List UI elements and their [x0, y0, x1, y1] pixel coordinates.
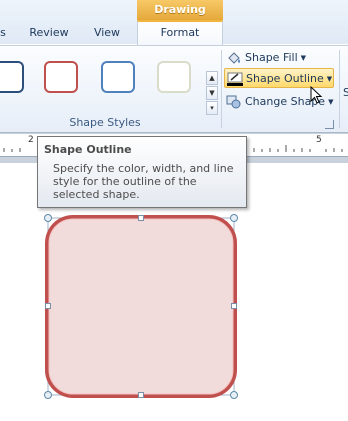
- tooltip-body: Specify the color, width, and line style…: [53, 162, 234, 201]
- partial-next-group-label: S: [343, 86, 348, 99]
- shape-fill-command[interactable]: Shape Fill ▼: [226, 48, 306, 68]
- group-separator-right: [339, 50, 340, 128]
- mouse-cursor-icon: [310, 85, 324, 106]
- shape-style-swatch-2[interactable]: [44, 61, 78, 93]
- tab-partial[interactable]: s: [0, 26, 10, 44]
- shape-style-swatch-3[interactable]: [101, 61, 135, 93]
- pencil-outline-icon: [227, 72, 243, 86]
- shape-style-swatch-1[interactable]: [0, 61, 24, 93]
- shape-styles-group-label: Shape Styles: [69, 116, 141, 129]
- gallery-scroll-up-button[interactable]: ▲: [206, 71, 218, 85]
- resize-handle-top-left[interactable]: [44, 214, 52, 222]
- resize-handle-top[interactable]: [138, 215, 144, 221]
- paint-bucket-icon: [226, 51, 242, 65]
- resize-handle-bottom-right[interactable]: [230, 391, 238, 399]
- drawing-tools-header: Drawing Tools: [137, 0, 223, 36]
- resize-handle-left[interactable]: [45, 303, 51, 309]
- ribbon-panel: ▲ ▼ ▾ Shape Fill ▼ Shape Outline ▼ Chang…: [0, 45, 348, 133]
- shape-outline-command[interactable]: Shape Outline ▼: [224, 68, 334, 88]
- dialog-launcher-icon[interactable]: [325, 120, 334, 129]
- group-separator: [221, 50, 222, 128]
- resize-handle-top-right[interactable]: [230, 214, 238, 222]
- resize-handle-bottom-left[interactable]: [44, 391, 52, 399]
- gallery-more-button[interactable]: ▾: [206, 101, 218, 115]
- change-shape-icon: [226, 95, 242, 109]
- shape-style-swatch-4[interactable]: [157, 61, 191, 93]
- ribbon-tab-row: s Review View Drawing Tools Format: [0, 0, 348, 46]
- chevron-down-icon: ▼: [300, 54, 307, 62]
- resize-handle-bottom[interactable]: [138, 392, 144, 398]
- shape-outline-tooltip: Shape Outline Specify the color, width, …: [37, 136, 247, 208]
- resize-handle-right[interactable]: [231, 303, 237, 309]
- tab-review[interactable]: Review: [24, 26, 74, 44]
- chevron-down-icon: ▼: [326, 75, 333, 83]
- ruler-label: 2: [28, 135, 34, 145]
- chevron-down-icon: ▼: [328, 98, 334, 106]
- gallery-scroll-down-button[interactable]: ▼: [206, 86, 218, 100]
- shape-fill-label: Shape Fill: [245, 51, 298, 64]
- tab-format[interactable]: Format: [137, 20, 223, 46]
- tooltip-title: Shape Outline: [44, 143, 132, 156]
- shape-outline-label: Shape Outline: [246, 72, 324, 85]
- tab-view[interactable]: View: [84, 26, 130, 44]
- rounded-rectangle-shape[interactable]: [48, 218, 234, 395]
- ruler-label: 5: [316, 135, 322, 145]
